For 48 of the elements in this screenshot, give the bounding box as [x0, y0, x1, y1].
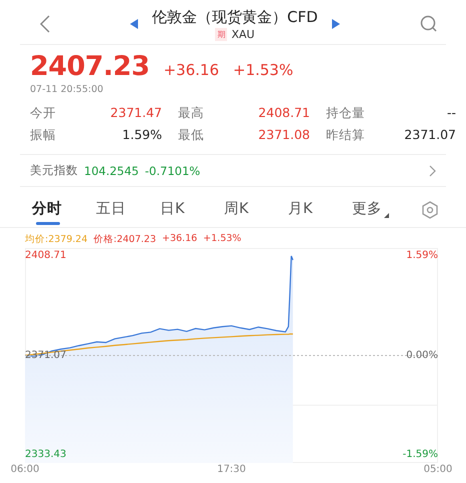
stat-value: 1.59%: [121, 127, 163, 144]
axis-price-label: 2408.71: [25, 250, 66, 261]
period-tab[interactable]: 五日: [96, 195, 162, 220]
period-tab[interactable]: 月K: [288, 195, 354, 220]
legend-text: +36.16: [162, 233, 198, 246]
stat-value: --: [446, 105, 456, 122]
period-tab[interactable]: 周K: [224, 195, 290, 220]
futures-badge: 期: [215, 28, 228, 40]
stat-label: 最高: [178, 105, 205, 122]
quote-time: 07-11 20:55:00: [30, 84, 104, 95]
index-row[interactable]: 美元指数 104.2545 -0.7101%: [20, 154, 446, 187]
next-icon[interactable]: [332, 19, 340, 29]
legend-text: +1.53%: [203, 233, 242, 246]
stat-value: 2371.08: [257, 127, 311, 144]
axis-price-label: 2333.43: [25, 448, 66, 460]
time-axis-label: 05:00: [424, 464, 452, 475]
axis-percent-label: 0.00%: [406, 350, 438, 360]
period-tab[interactable]: 更多: [352, 195, 418, 220]
axis-price-label: 2371.07: [25, 350, 66, 360]
stat-label: 最低: [178, 127, 205, 144]
legend-text: 均价:2379.24: [25, 233, 88, 246]
chevron-right-icon[interactable]: [429, 164, 436, 176]
stat-label: 昨结算: [326, 127, 366, 144]
time-axis-label: 17:30: [217, 464, 246, 475]
index-change: -0.7101%: [144, 164, 200, 178]
settings-icon[interactable]: [422, 201, 438, 219]
axis-percent-label: 1.59%: [406, 250, 438, 261]
back-icon[interactable]: [40, 15, 50, 33]
corner-caret-icon: [384, 213, 389, 218]
percent-change: +1.53%: [233, 61, 294, 79]
stat-label: 今开: [30, 105, 57, 122]
legend-text: 价格:2407.23: [94, 233, 156, 246]
index-value: 104.2545: [84, 164, 139, 178]
current-price: 2407.23: [30, 51, 150, 82]
index-label: 美元指数: [30, 163, 78, 178]
search-icon[interactable]: [420, 15, 438, 33]
stat-value: 2371.07: [403, 127, 456, 144]
stat-value: 2408.71: [257, 105, 311, 122]
period-tab[interactable]: 日K: [160, 195, 226, 220]
price-change: +36.16: [163, 61, 219, 79]
stat-label: 持仓量: [326, 105, 366, 122]
stat-label: 振幅: [30, 127, 57, 144]
symbol-code: XAU: [231, 28, 255, 40]
stat-value: 2371.47: [109, 105, 163, 122]
axis-percent-label: -1.59%: [402, 448, 438, 460]
stock-title: 伦敦金（现货黄金）CFD: [152, 8, 318, 26]
time-axis-label: 06:00: [10, 464, 40, 475]
previous-icon[interactable]: [130, 19, 138, 29]
